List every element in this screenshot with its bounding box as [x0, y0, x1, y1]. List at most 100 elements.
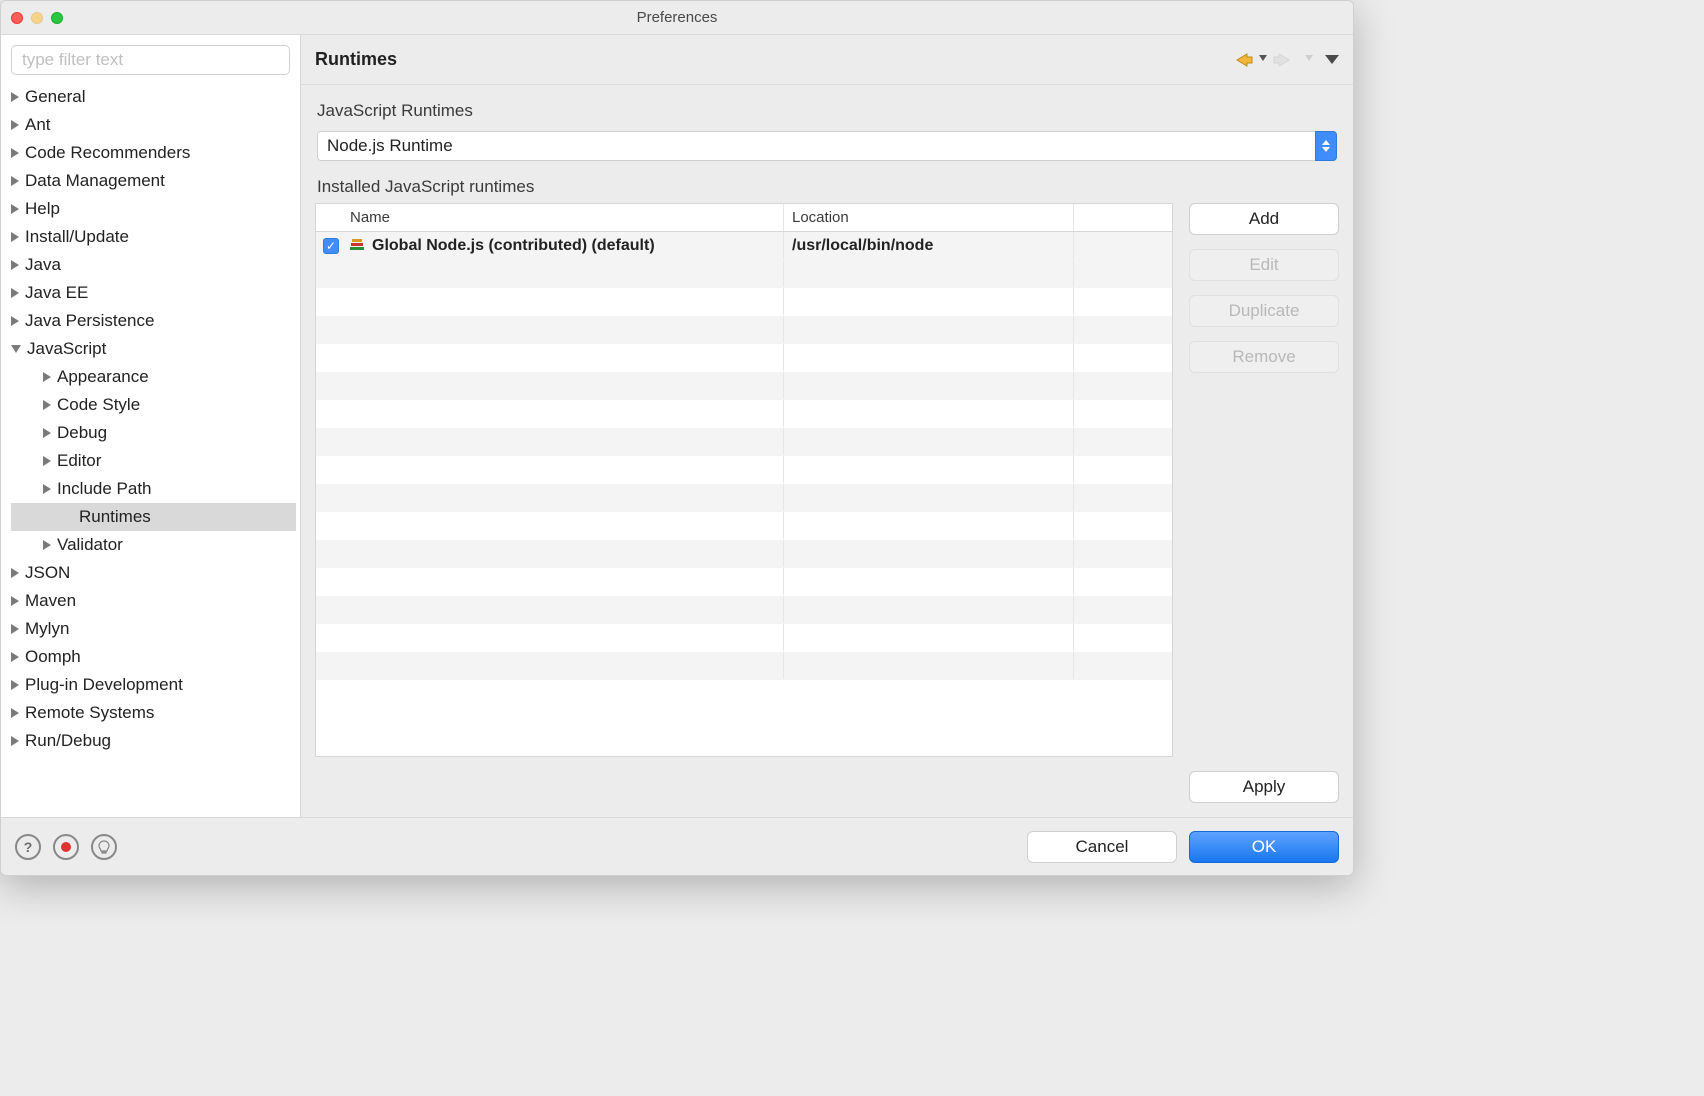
- tree-arrow-right-icon[interactable]: [11, 260, 19, 270]
- tree-arrow-right-icon[interactable]: [11, 680, 19, 690]
- table-row-empty: [316, 624, 1172, 652]
- table-row-empty: [316, 540, 1172, 568]
- table-row[interactable]: ✓ Global Node.js (contributed) (default) /…: [316, 232, 1172, 260]
- help-icon[interactable]: ?: [15, 834, 41, 860]
- tree-item-include-path[interactable]: Include Path: [11, 475, 296, 503]
- close-window-button[interactable]: [11, 12, 23, 24]
- tree-item-javascript[interactable]: JavaScript: [11, 335, 296, 363]
- remove-button: Remove: [1189, 341, 1339, 373]
- tree-item-maven[interactable]: Maven: [11, 587, 296, 615]
- tree-arrow-right-icon[interactable]: [43, 372, 51, 382]
- tree-arrow-right-icon[interactable]: [11, 204, 19, 214]
- table-header-row: Name Location: [316, 204, 1172, 232]
- view-menu-icon[interactable]: [1325, 55, 1339, 65]
- table-row-empty: [316, 512, 1172, 540]
- tree-arrow-right-icon[interactable]: [11, 596, 19, 606]
- tree-arrow-right-icon[interactable]: [11, 736, 19, 746]
- hint-icon[interactable]: [91, 834, 117, 860]
- tree-arrow-right-icon[interactable]: [43, 428, 51, 438]
- back-arrow-icon[interactable]: [1227, 52, 1253, 68]
- tree-item-java[interactable]: Java: [11, 251, 296, 279]
- tree-item-run-debug[interactable]: Run/Debug: [11, 727, 296, 755]
- tree-item-validator[interactable]: Validator: [11, 531, 296, 559]
- filter-input[interactable]: [11, 45, 290, 75]
- tree-arrow-right-icon[interactable]: [43, 456, 51, 466]
- minimize-window-button: [31, 12, 43, 24]
- tree-item-runtimes[interactable]: Runtimes: [11, 503, 296, 531]
- tree-arrow-right-icon[interactable]: [43, 540, 51, 550]
- table-row-empty: [316, 316, 1172, 344]
- tree-arrow-right-icon[interactable]: [11, 624, 19, 634]
- table-row-empty: [316, 260, 1172, 288]
- tree-item-install-update[interactable]: Install/Update: [11, 223, 296, 251]
- tree-item-editor[interactable]: Editor: [11, 447, 296, 475]
- titlebar: Preferences: [1, 1, 1353, 35]
- runtime-name: Global Node.js (contributed) (default): [372, 237, 655, 255]
- tree-arrow-right-icon[interactable]: [11, 568, 19, 578]
- tree-arrow-right-icon[interactable]: [43, 400, 51, 410]
- runtime-type-combo[interactable]: Node.js Runtime: [317, 131, 1337, 161]
- tree-item-label: JavaScript: [27, 339, 106, 359]
- col-header-name[interactable]: Name: [346, 204, 784, 231]
- tree-item-label: Runtimes: [79, 507, 151, 527]
- window-title: Preferences: [11, 9, 1343, 26]
- preferences-tree[interactable]: GeneralAnt Code Recommenders Data Manageme…: [5, 83, 296, 817]
- tree-arrow-right-icon[interactable]: [11, 148, 19, 158]
- tree-arrow-right-icon[interactable]: [11, 92, 19, 102]
- tree-item-label: Editor: [57, 451, 101, 471]
- tree-item-json[interactable]: JSON: [11, 559, 296, 587]
- tree-item-remote-systems[interactable]: Remote Systems: [11, 699, 296, 727]
- duplicate-button: Duplicate: [1189, 295, 1339, 327]
- tree-item-java-ee[interactable]: Java EE: [11, 279, 296, 307]
- tree-arrow-right-icon[interactable]: [11, 176, 19, 186]
- zoom-window-button[interactable]: [51, 12, 63, 24]
- tree-item-data-management[interactable]: Data Management: [11, 167, 296, 195]
- error-log-icon[interactable]: [53, 834, 79, 860]
- tree-item-label: Code Recommenders: [25, 143, 190, 163]
- table-row-empty: [316, 652, 1172, 680]
- cancel-button[interactable]: Cancel: [1027, 831, 1177, 863]
- runtime-checkbox[interactable]: ✓: [323, 238, 339, 254]
- tree-arrow-down-icon[interactable]: [11, 345, 21, 353]
- tree-item-label: Data Management: [25, 171, 165, 191]
- tree-item-appearance[interactable]: Appearance: [11, 363, 296, 391]
- tree-arrow-right-icon[interactable]: [11, 316, 19, 326]
- runtime-location: /usr/local/bin/node: [784, 232, 1074, 259]
- tree-item-code-style[interactable]: Code Style: [11, 391, 296, 419]
- back-menu-icon[interactable]: [1259, 55, 1267, 65]
- tree-item-debug[interactable]: Debug: [11, 419, 296, 447]
- tree-item-code-recommenders[interactable]: Code Recommenders: [11, 139, 296, 167]
- page-title: Runtimes: [315, 49, 397, 70]
- tree-item-help[interactable]: Help: [11, 195, 296, 223]
- add-button[interactable]: Add: [1189, 203, 1339, 235]
- tree-item-label: Run/Debug: [25, 731, 111, 751]
- tree-item-oomph[interactable]: Oomph: [11, 643, 296, 671]
- footer: ? Cancel OK: [1, 817, 1353, 875]
- tree-item-general[interactable]: General: [11, 83, 296, 111]
- table-row-empty: [316, 596, 1172, 624]
- table-row-empty: [316, 400, 1172, 428]
- tree-arrow-right-icon[interactable]: [11, 288, 19, 298]
- tree-arrow-right-icon[interactable]: [11, 232, 19, 242]
- footer-buttons: Cancel OK: [1027, 831, 1339, 863]
- tree-arrow-right-icon[interactable]: [43, 484, 51, 494]
- tree-item-label: Mylyn: [25, 619, 69, 639]
- tree-arrow-right-icon[interactable]: [11, 120, 19, 130]
- section-label: JavaScript Runtimes: [317, 101, 1339, 121]
- apply-button[interactable]: Apply: [1189, 771, 1339, 803]
- ok-button[interactable]: OK: [1189, 831, 1339, 863]
- tree-item-ant[interactable]: Ant: [11, 111, 296, 139]
- main-panel: Runtimes: [301, 35, 1353, 817]
- col-header-location[interactable]: Location: [784, 204, 1074, 231]
- tree-item-java-persistence[interactable]: Java Persistence: [11, 307, 296, 335]
- tree-item-label: Java Persistence: [25, 311, 154, 331]
- tree-item-plug-in-development[interactable]: Plug-in Development: [11, 671, 296, 699]
- combo-stepper-icon[interactable]: [1315, 131, 1337, 161]
- tree-item-mylyn[interactable]: Mylyn: [11, 615, 296, 643]
- table-row-empty: [316, 372, 1172, 400]
- runtimes-table[interactable]: Name Location ✓ Global Node.js (contribut…: [315, 203, 1173, 757]
- tree-arrow-right-icon[interactable]: [11, 708, 19, 718]
- tree-arrow-right-icon[interactable]: [11, 652, 19, 662]
- tree-item-label: Install/Update: [25, 227, 129, 247]
- forward-arrow-icon: [1273, 52, 1299, 68]
